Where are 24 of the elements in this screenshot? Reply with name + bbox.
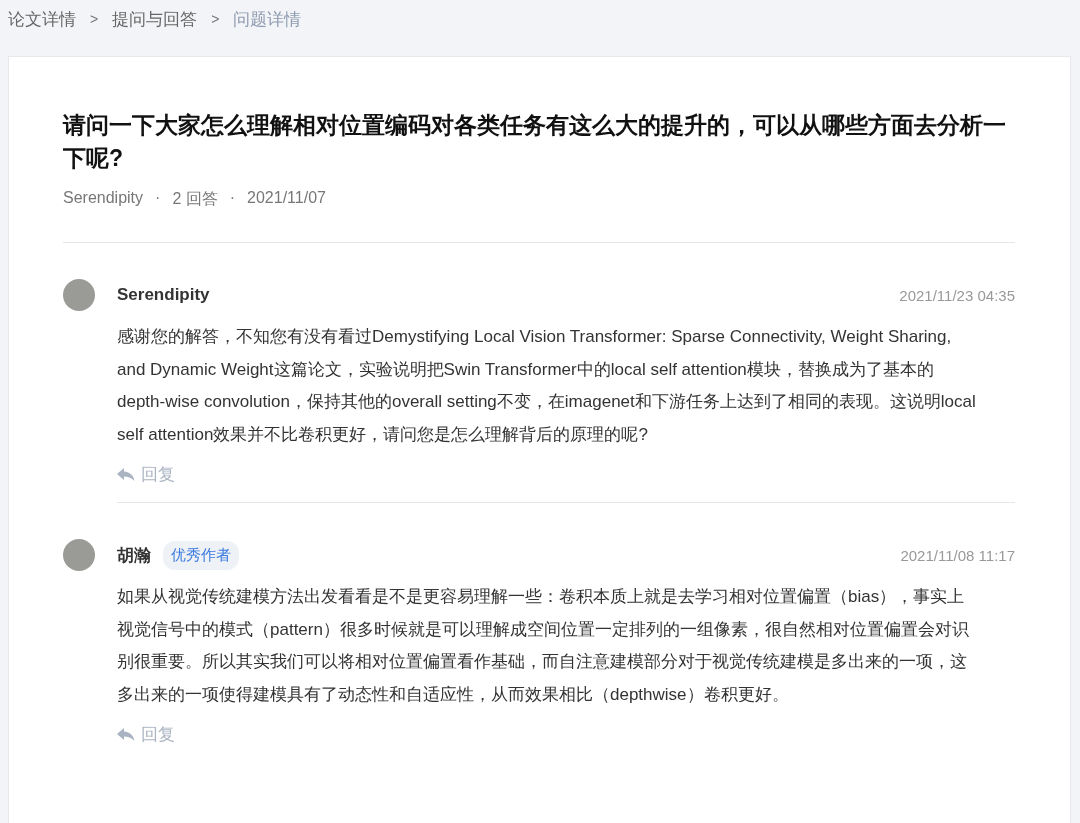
- reply-link[interactable]: 回复: [117, 463, 175, 486]
- avatar: [63, 279, 95, 311]
- answer-author: Serendipity: [117, 285, 210, 305]
- breadcrumb-link[interactable]: 提问与回答: [112, 7, 198, 31]
- breadcrumb-separator: >: [90, 11, 99, 27]
- meta-separator: ·: [155, 189, 161, 208]
- reply-link[interactable]: 回复: [117, 723, 175, 746]
- question-author: Serendipity: [63, 189, 144, 208]
- reply-arrow-icon: [117, 727, 135, 742]
- answer-date: 2021/11/23 04:35: [899, 286, 1015, 304]
- question-title: 请问一下大家怎么理解相对位置编码对各类任务有这么大的提升的，可以从哪些方面去分析一下呢?: [63, 111, 1007, 173]
- answer-text: 如果从视觉传统建模方法出发看看是不是更容易理解一些：卷积本质上就是去学习相对位置偏置（bias），事实上视觉信号中的模式（pattern）很多时候就是可以理解成空间位置一定排列的一组像素，很自然相对位置偏置会对识别很重要。所以其实我们可以将相对位置偏置看作基础，而自注意建模部分对于视觉传统建模是多出来的一项，这多出来的一项使得建模具有了动态性和自适应性，从而效果相比（depthwise）卷积更好。: [117, 586, 970, 706]
- breadcrumb-link[interactable]: 问题详情: [233, 7, 302, 31]
- reply-arrow-icon: [117, 467, 135, 482]
- answer-count: 2 回答: [172, 189, 218, 209]
- avatar: [63, 539, 95, 571]
- answer-text: 感谢您的解答，不知您有没有看过Demystifying Local Vision Transformer: Sparse Connectivity, Weight Sharing, and Dynamic Weight这篇论文，实验说明把Swin Transformer中的local self attention模块，替换成为了基本的depth-wise convolution，保持其他的overall setting不变，在imagenet和下游任务上达到了相同的表现。这说明local self attention效果并不比卷积更好，请问您是怎么理解背后的原理的呢?: [117, 326, 977, 446]
- author-badge: 优秀作者: [163, 540, 239, 570]
- answer-date: 2021/11/08 11:17: [900, 546, 1015, 564]
- answer-author: 胡瀚: [117, 544, 151, 567]
- question-date: 2021/11/07: [247, 189, 326, 208]
- breadcrumb-link[interactable]: 论文详情: [8, 7, 76, 31]
- meta-separator: ·: [229, 189, 236, 208]
- breadcrumb-separator: >: [211, 11, 220, 27]
